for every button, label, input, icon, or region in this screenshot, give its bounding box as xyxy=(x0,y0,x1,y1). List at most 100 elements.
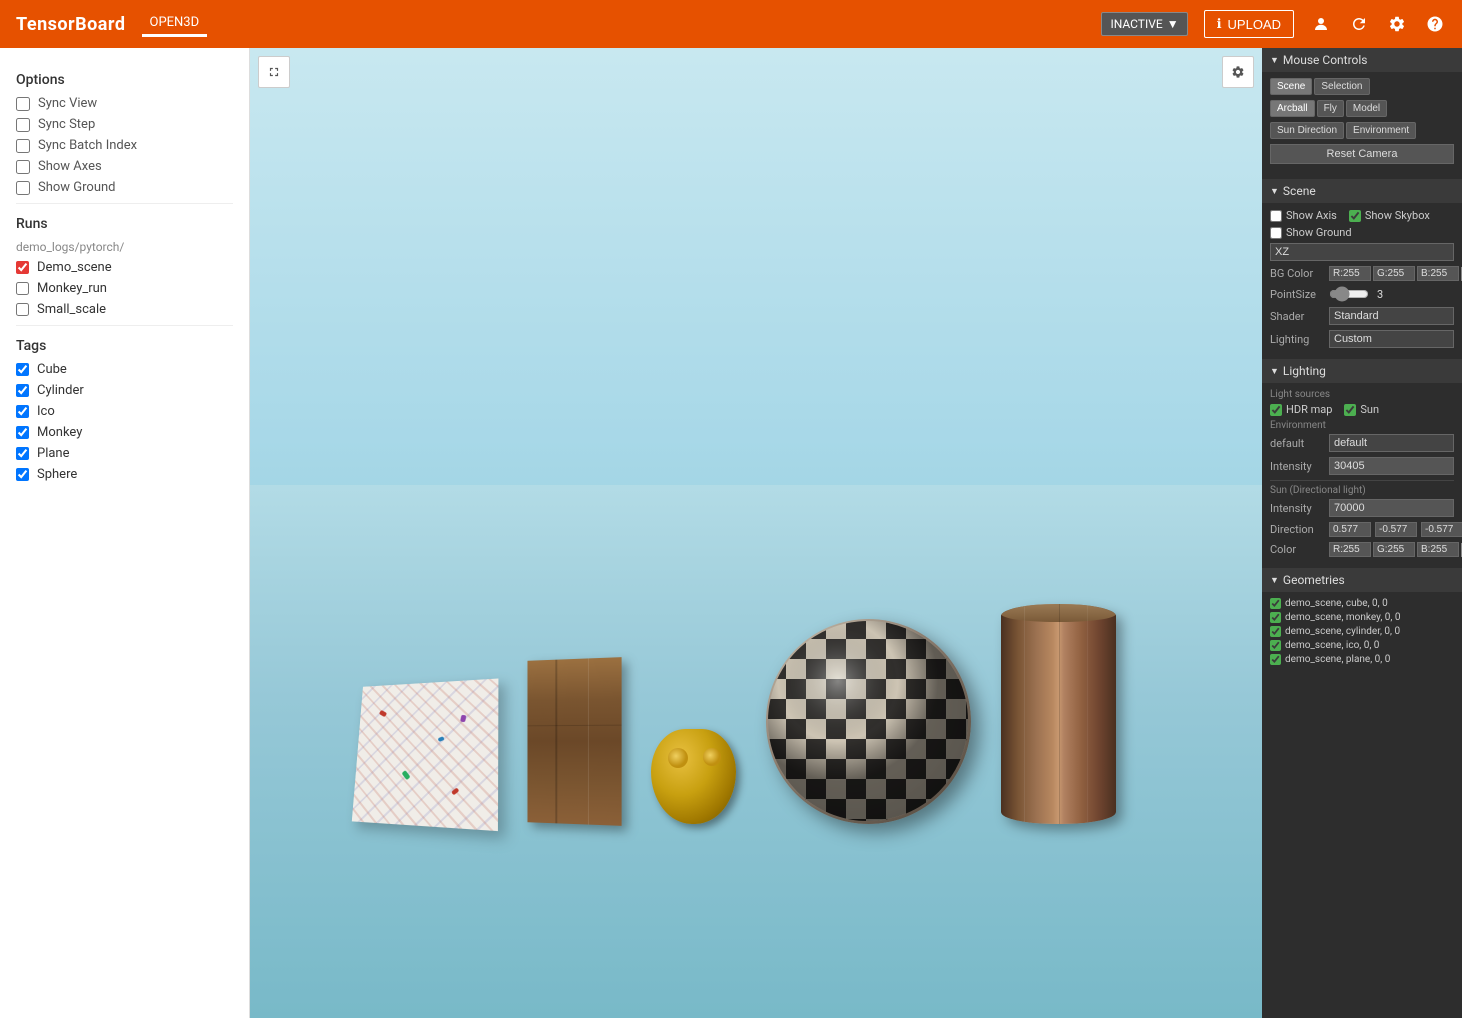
run-small-label: Small_scale xyxy=(37,302,106,317)
hdr-map-checkbox[interactable] xyxy=(1270,404,1282,416)
geometries-title: Geometries xyxy=(1283,573,1345,587)
gear-icon[interactable] xyxy=(1386,13,1408,35)
hdr-select-wrap: default neutral crossroads xyxy=(1329,434,1454,452)
env-intensity-input[interactable] xyxy=(1329,457,1454,475)
geo-cylinder-checkbox[interactable] xyxy=(1270,626,1281,637)
person-icon[interactable] xyxy=(1310,13,1332,35)
lighting-content: Light sources HDR map Sun Environment de… xyxy=(1262,383,1462,568)
tag-monkey-checkbox[interactable] xyxy=(16,426,29,439)
hdr-select[interactable]: default neutral crossroads xyxy=(1329,434,1454,452)
sun-color-group xyxy=(1329,542,1462,557)
fly-btn[interactable]: Fly xyxy=(1317,100,1344,117)
tag-plane-checkbox[interactable] xyxy=(16,447,29,460)
show-skybox-label: Show Skybox xyxy=(1365,209,1430,222)
topbar: TensorBoard OPEN3D INACTIVE ▼ ℹ UPLOAD xyxy=(0,0,1462,48)
shader-label: Shader xyxy=(1270,310,1325,323)
show-ground-checkbox[interactable] xyxy=(16,181,30,195)
scene-content: Show Axis Show Skybox Show Ground XZ XY … xyxy=(1262,203,1462,359)
hdr-map-field-label: default xyxy=(1270,437,1325,450)
bg-g-input[interactable] xyxy=(1373,266,1415,281)
geo-ico-label: demo_scene, ico, 0, 0 xyxy=(1285,640,1379,651)
environment-btn[interactable]: Environment xyxy=(1346,122,1416,139)
sync-batch-checkbox[interactable] xyxy=(16,139,30,153)
run-demo-label: Demo_scene xyxy=(37,260,112,275)
sun-r-input[interactable] xyxy=(1329,542,1371,557)
show-skybox-checkbox[interactable] xyxy=(1349,210,1361,222)
env-btns-row: Sun Direction Environment xyxy=(1270,122,1454,139)
lighting-header[interactable]: ▼ Lighting xyxy=(1262,359,1462,383)
show-ground-right-checkbox[interactable] xyxy=(1270,227,1282,239)
viewport[interactable] xyxy=(250,48,1262,1018)
run-small-checkbox[interactable] xyxy=(16,303,29,316)
selection-tab-btn[interactable]: Selection xyxy=(1314,78,1369,95)
open3d-tab[interactable]: OPEN3D xyxy=(142,11,208,37)
run-demo-checkbox[interactable] xyxy=(16,261,29,274)
mouse-controls-title: Mouse Controls xyxy=(1283,53,1368,67)
tag-cylinder-checkbox[interactable] xyxy=(16,384,29,397)
sync-view-checkbox[interactable] xyxy=(16,97,30,111)
hdr-map-label: HDR map xyxy=(1286,403,1332,416)
option-sync-batch: Sync Batch Index xyxy=(16,138,233,153)
geo-item-cube: demo_scene, cube, 0, 0 xyxy=(1270,598,1454,609)
bg-b-input[interactable] xyxy=(1417,266,1459,281)
show-ground-right-label: Show Ground xyxy=(1286,226,1352,239)
tag-item-sphere: Sphere xyxy=(16,467,233,482)
show-axes-checkbox[interactable] xyxy=(16,160,30,174)
geo-ico-checkbox[interactable] xyxy=(1270,640,1281,651)
scene-header[interactable]: ▼ Scene xyxy=(1262,179,1462,203)
show-axis-checkbox[interactable] xyxy=(1270,210,1282,222)
mouse-controls-header[interactable]: ▼ Mouse Controls xyxy=(1262,48,1462,72)
tag-cube-checkbox[interactable] xyxy=(16,363,29,376)
scene-tab-btn[interactable]: Scene xyxy=(1270,78,1312,95)
hdr-map-select-row: default default neutral crossroads xyxy=(1270,434,1454,452)
reset-camera-row: Reset Camera xyxy=(1270,144,1454,168)
tag-ico-checkbox[interactable] xyxy=(16,405,29,418)
geo-plane-checkbox[interactable] xyxy=(1270,654,1281,665)
help-icon[interactable] xyxy=(1424,13,1446,35)
tag-cube-label: Cube xyxy=(37,362,67,377)
arcball-btn[interactable]: Arcball xyxy=(1270,100,1315,117)
fullscreen-button[interactable] xyxy=(258,56,290,88)
sun-intensity-input[interactable] xyxy=(1329,499,1454,517)
dir-y-input[interactable] xyxy=(1375,522,1417,537)
status-text: INACTIVE xyxy=(1110,17,1162,31)
reset-camera-btn[interactable]: Reset Camera xyxy=(1270,144,1454,164)
shader-select[interactable]: Standard Unlit NormalMap DepthMap xyxy=(1329,307,1454,325)
run-monkey-checkbox[interactable] xyxy=(16,282,29,295)
sync-step-checkbox[interactable] xyxy=(16,118,30,132)
geo-item-monkey: demo_scene, monkey, 0, 0 xyxy=(1270,612,1454,623)
gold-monkey xyxy=(651,729,736,824)
dir-z-input[interactable] xyxy=(1421,522,1462,537)
sun-b-input[interactable] xyxy=(1417,542,1459,557)
upload-button[interactable]: ℹ UPLOAD xyxy=(1204,10,1294,38)
sun-direction-btn[interactable]: Sun Direction xyxy=(1270,122,1344,139)
tag-sphere-label: Sphere xyxy=(37,467,77,482)
hdr-sun-row: HDR map Sun xyxy=(1270,403,1454,416)
sun-g-input[interactable] xyxy=(1373,542,1415,557)
tags-title: Tags xyxy=(16,338,233,354)
plane-select[interactable]: XZ XY YZ xyxy=(1270,243,1454,261)
tag-sphere-checkbox[interactable] xyxy=(16,468,29,481)
sun-checkbox[interactable] xyxy=(1344,404,1356,416)
model-btn[interactable]: Model xyxy=(1346,100,1387,117)
refresh-icon[interactable] xyxy=(1348,13,1370,35)
mode-btns-row: Arcball Fly Model xyxy=(1270,100,1454,117)
viewport-settings-button[interactable] xyxy=(1222,56,1254,88)
viewport-toolbar xyxy=(258,56,290,88)
geo-cube-checkbox[interactable] xyxy=(1270,598,1281,609)
bg-r-input[interactable] xyxy=(1329,266,1371,281)
bg-color-group xyxy=(1329,266,1462,281)
sync-batch-label: Sync Batch Index xyxy=(38,138,137,153)
status-indicator[interactable]: INACTIVE ▼ xyxy=(1101,12,1187,36)
dir-x-input[interactable] xyxy=(1329,522,1371,537)
option-sync-step: Sync Step xyxy=(16,117,233,132)
geometries-header[interactable]: ▼ Geometries xyxy=(1262,568,1462,592)
divider2 xyxy=(16,325,233,326)
pointsize-slider[interactable] xyxy=(1329,286,1369,302)
tag-monkey-label: Monkey xyxy=(37,425,82,440)
show-ground-label: Show Ground xyxy=(38,180,116,195)
lighting-select[interactable]: Custom Default Hard Soft None xyxy=(1329,330,1454,348)
geo-monkey-checkbox[interactable] xyxy=(1270,612,1281,623)
app-logo: TensorBoard xyxy=(16,14,126,35)
geo-item-ico: demo_scene, ico, 0, 0 xyxy=(1270,640,1454,651)
